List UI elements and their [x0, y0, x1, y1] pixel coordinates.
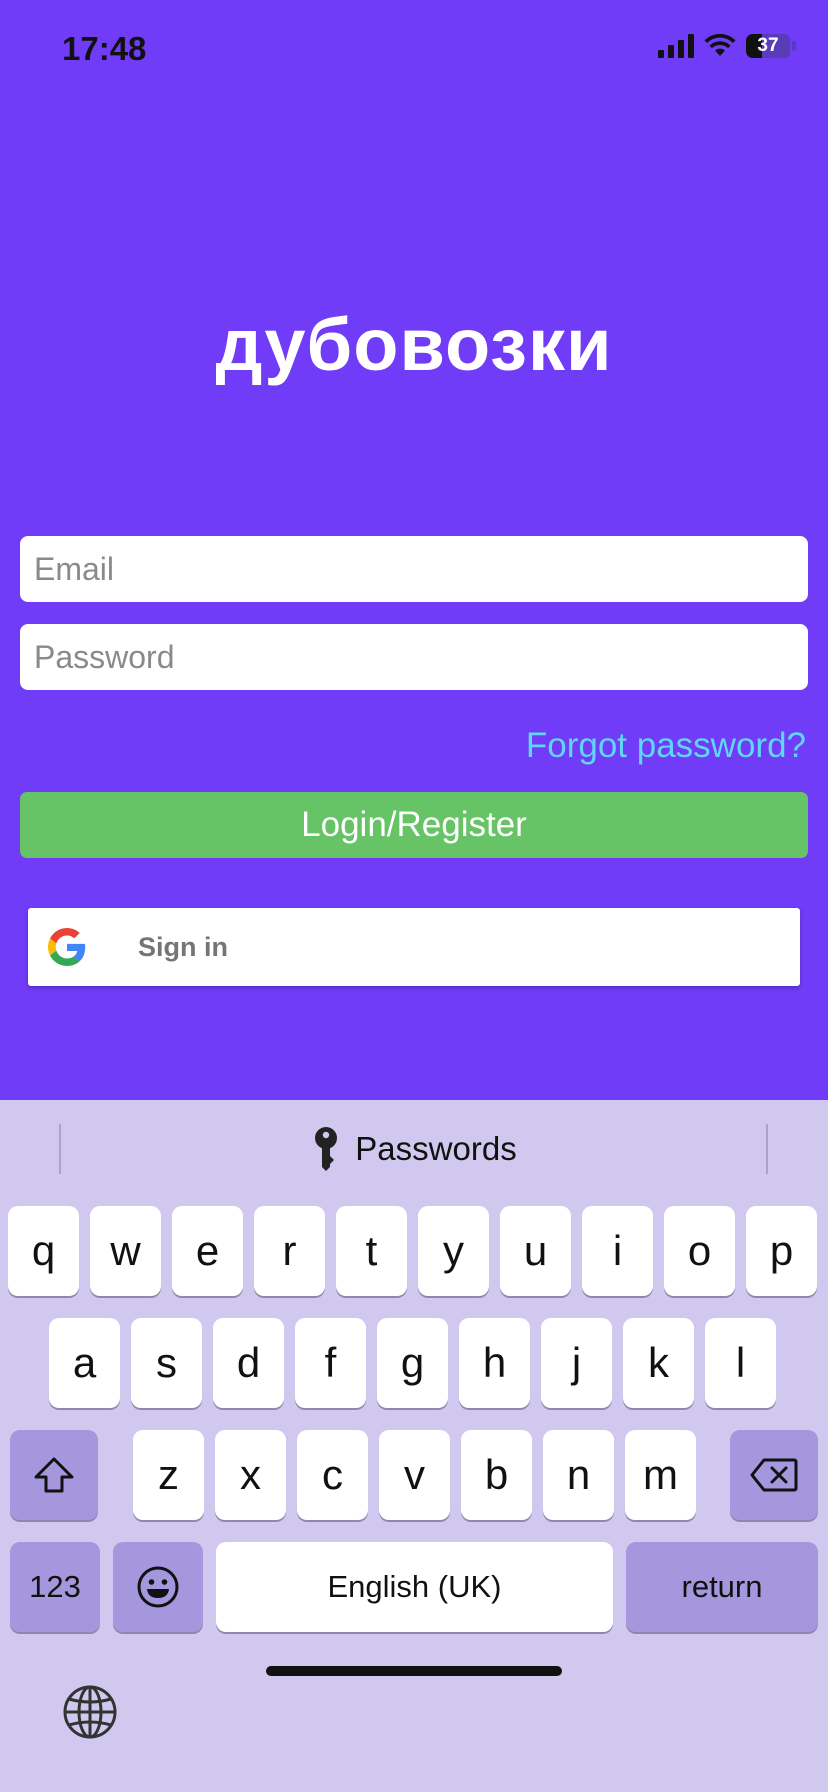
key-k[interactable]: k	[623, 1318, 694, 1408]
key-q[interactable]: q	[8, 1206, 79, 1296]
login-screen: 17:48 37 дубовозки Forgot password? Logi…	[0, 0, 828, 1100]
key-z[interactable]: z	[133, 1430, 204, 1520]
key-f[interactable]: f	[295, 1318, 366, 1408]
delete-icon	[750, 1458, 798, 1492]
keyboard: Passwords qwertyuiop asdfghjkl zxcvbnm 123…	[0, 1100, 828, 1792]
space-key[interactable]: English (UK)	[216, 1542, 613, 1632]
delete-key[interactable]	[730, 1430, 818, 1520]
key-o[interactable]: o	[664, 1206, 735, 1296]
google-sign-in-button[interactable]: Sign in	[28, 908, 800, 986]
key-p[interactable]: p	[746, 1206, 817, 1296]
key-s[interactable]: s	[131, 1318, 202, 1408]
login-register-button[interactable]: Login/Register	[20, 792, 808, 858]
key-w[interactable]: w	[90, 1206, 161, 1296]
email-field[interactable]	[20, 536, 808, 602]
key-l[interactable]: l	[705, 1318, 776, 1408]
return-key[interactable]: return	[626, 1542, 818, 1632]
key-e[interactable]: e	[172, 1206, 243, 1296]
key-a[interactable]: a	[49, 1318, 120, 1408]
globe-icon[interactable]	[62, 1684, 118, 1740]
key-t[interactable]: t	[336, 1206, 407, 1296]
key-y[interactable]: y	[418, 1206, 489, 1296]
key-j[interactable]: j	[541, 1318, 612, 1408]
keyboard-suggestion-bar: Passwords	[0, 1100, 828, 1198]
password-field[interactable]	[20, 624, 808, 690]
status-time: 17:48	[62, 30, 147, 67]
key-x[interactable]: x	[215, 1430, 286, 1520]
key-n[interactable]: n	[543, 1430, 614, 1520]
google-sign-in-label: Sign in	[138, 931, 228, 962]
status-icons: 37	[658, 34, 796, 58]
key-b[interactable]: b	[461, 1430, 532, 1520]
app-title: дубовозки	[215, 303, 613, 386]
emoji-key[interactable]	[113, 1542, 203, 1632]
passwords-suggestion[interactable]: Passwords	[0, 1126, 828, 1172]
key-c[interactable]: c	[297, 1430, 368, 1520]
key-h[interactable]: h	[459, 1318, 530, 1408]
key-m[interactable]: m	[625, 1430, 696, 1520]
key-icon	[315, 1127, 338, 1171]
key-u[interactable]: u	[500, 1206, 571, 1296]
battery-percentage: 37	[757, 35, 779, 56]
key-r[interactable]: r	[254, 1206, 325, 1296]
key-g[interactable]: g	[377, 1318, 448, 1408]
home-indicator	[266, 1666, 562, 1676]
google-logo-icon	[48, 928, 86, 966]
battery-cap	[792, 41, 796, 51]
numbers-key[interactable]: 123	[10, 1542, 100, 1632]
battery-icon: 37	[746, 34, 790, 58]
key-v[interactable]: v	[379, 1430, 450, 1520]
forgot-password-link[interactable]: Forgot password?	[526, 726, 806, 766]
key-i[interactable]: i	[582, 1206, 653, 1296]
cellular-signal-icon	[658, 34, 694, 58]
key-d[interactable]: d	[213, 1318, 284, 1408]
passwords-label: Passwords	[355, 1130, 517, 1167]
shift-icon	[34, 1457, 74, 1493]
wifi-icon	[704, 34, 736, 56]
shift-key[interactable]	[10, 1430, 98, 1520]
emoji-icon	[137, 1566, 179, 1608]
